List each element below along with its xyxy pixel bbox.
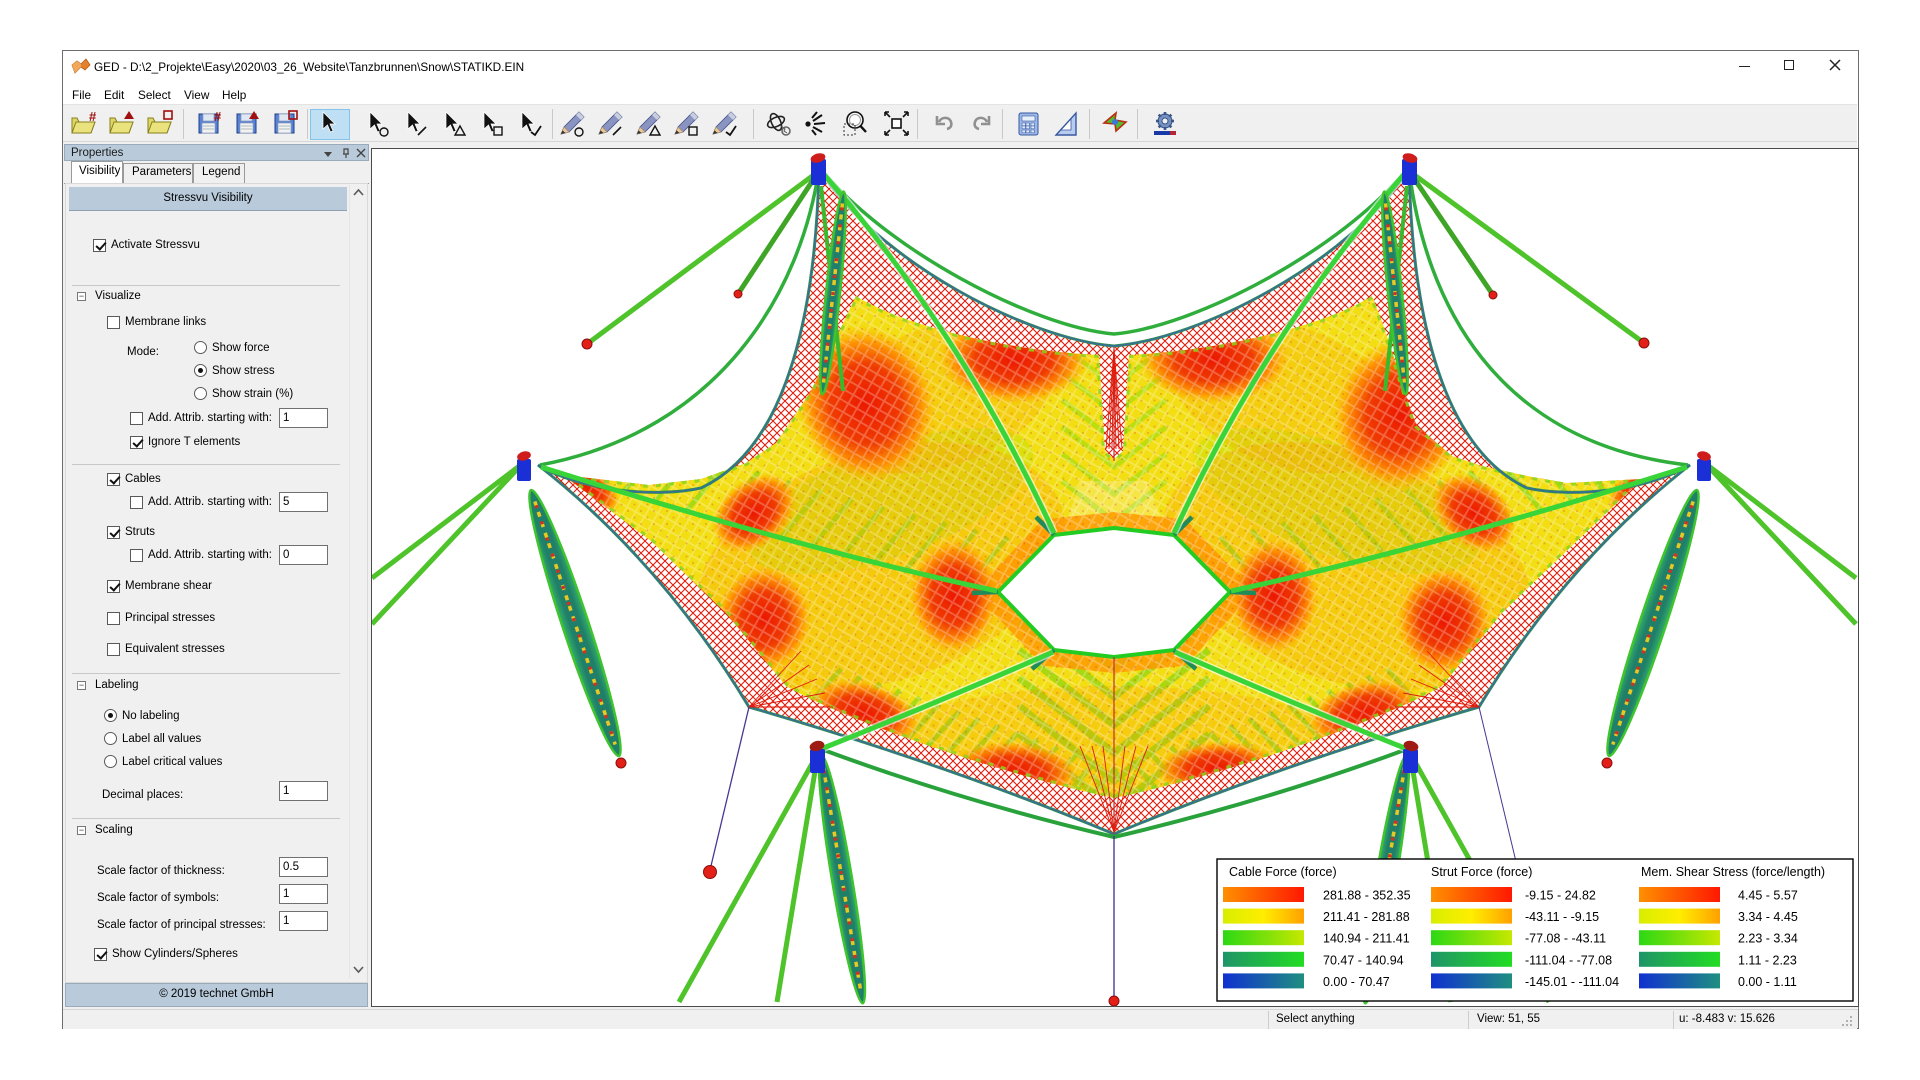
svg-text:#: #: [89, 109, 97, 124]
svg-text:140.94 - 211.41: 140.94 - 211.41: [1323, 932, 1410, 946]
svg-text:2.23 - 3.34: 2.23 - 3.34: [1738, 932, 1798, 946]
svg-text:Cable Force (force): Cable Force (force): [1229, 865, 1337, 879]
svg-text:-111.04 - -77.08: -111.04 - -77.08: [1525, 953, 1612, 967]
svg-text:Strut Force (force): Strut Force (force): [1431, 865, 1532, 879]
svg-text:281.88 - 352.35: 281.88 - 352.35: [1323, 889, 1411, 903]
svg-text:-77.08 - -43.11: -77.08 - -43.11: [1525, 932, 1606, 946]
svg-text:-145.01 - -111.04: -145.01 - -111.04: [1525, 975, 1619, 989]
svg-text:211.41 - 281.88: 211.41 - 281.88: [1323, 910, 1410, 924]
svg-text:Mem. Shear Stress (force/lengt: Mem. Shear Stress (force/length): [1641, 865, 1825, 879]
svg-text:0.00 - 1.11: 0.00 - 1.11: [1738, 975, 1797, 989]
svg-text:4.45 - 5.57: 4.45 - 5.57: [1738, 889, 1798, 903]
svg-text:-43.11 - -9.15: -43.11 - -9.15: [1525, 910, 1599, 924]
svg-text:0.00 - 70.47: 0.00 - 70.47: [1323, 975, 1390, 989]
svg-text:70.47 - 140.94: 70.47 - 140.94: [1323, 953, 1404, 967]
svg-text:1.11 - 2.23: 1.11 - 2.23: [1738, 953, 1797, 967]
svg-text:-9.15 - 24.82: -9.15 - 24.82: [1525, 889, 1596, 903]
svg-text:#: #: [214, 109, 222, 124]
svg-text:3.34 - 4.45: 3.34 - 4.45: [1738, 910, 1798, 924]
